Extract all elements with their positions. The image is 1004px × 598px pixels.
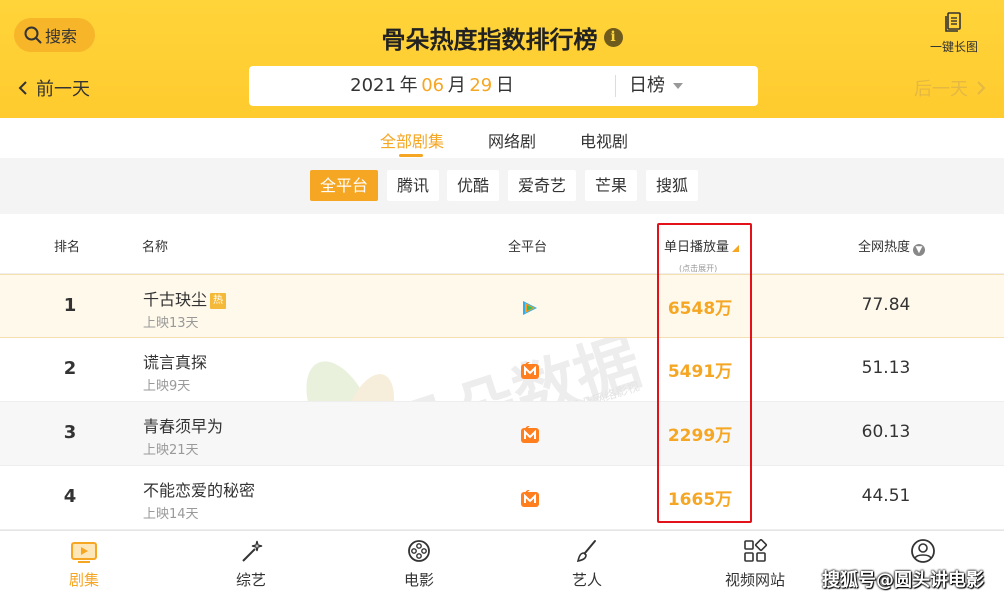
rank-number: 2 (63, 358, 77, 379)
column-heat[interactable]: 全网热度 ▼ (858, 236, 926, 256)
tencent-video-icon (523, 301, 537, 315)
daily-plays-value: 5491万 (667, 362, 733, 382)
mango-tv-icon (521, 426, 539, 443)
column-daily-plays-hint[interactable]: (点击展开) (679, 263, 717, 274)
tab-all-series[interactable]: 全部剧集 (380, 128, 444, 152)
long-image-button[interactable]: 一键长图 (924, 12, 984, 55)
page-title-text: 骨朵热度指数排行榜 (381, 26, 598, 54)
days-running: 上映14天 (143, 507, 199, 522)
show-title[interactable]: 青春须早为 (143, 413, 223, 437)
show-title[interactable]: 谎言真探 (143, 349, 207, 373)
tab-web-series[interactable]: 网络剧 (488, 128, 536, 152)
date-day-unit: 日 (495, 75, 514, 96)
daily-plays-value: 1665万 (667, 490, 733, 510)
tab-tv-series[interactable]: 电视剧 (580, 128, 628, 152)
range-type-select[interactable]: 日榜 (629, 66, 683, 106)
tv-icon (71, 542, 97, 563)
nav-profile[interactable] (888, 539, 958, 569)
heat-value: 44.51 (861, 486, 911, 506)
date-month: 06 (421, 75, 445, 96)
document-icon (945, 12, 961, 32)
nav-artists[interactable]: 艺人 (552, 539, 622, 590)
prev-day-button[interactable]: 前一天 (18, 75, 90, 101)
filter-youku[interactable]: 优酷 (447, 170, 500, 201)
heat-value: 77.84 (861, 295, 911, 315)
header-bar: 搜索 骨朵热度指数排行榜 i 一键长图 前一天 2021 年 06 月 29 日 … (0, 0, 1004, 118)
filter-sohu[interactable]: 搜狐 (646, 170, 699, 201)
chevron-down-icon (673, 83, 683, 89)
platform-filter-bar: 全平台 腾讯 优酷 爱奇艺 芒果 搜狐 (0, 158, 1004, 214)
profile-icon (911, 539, 935, 563)
nav-series-label: 剧集 (68, 571, 99, 589)
column-daily-plays[interactable]: 单日播放量 (664, 236, 740, 255)
nav-video-sites-label: 视频网站 (724, 571, 785, 589)
days-running: 上映21天 (143, 443, 199, 458)
long-image-label: 一键长图 (929, 40, 978, 54)
table-row[interactable]: 1 千古玦尘热 上映13天 6548万 77.84 (0, 274, 1004, 338)
date-divider (615, 75, 616, 97)
chevron-right-icon (977, 81, 986, 95)
nav-artists-label: 艺人 (571, 571, 602, 589)
magic-wand-icon (242, 540, 263, 562)
show-title[interactable]: 千古玦尘热 (143, 286, 227, 310)
filter-iqiyi[interactable]: 爱奇艺 (508, 170, 577, 201)
days-running: 上映9天 (143, 379, 191, 394)
nav-video-sites[interactable]: 视频网站 (720, 539, 790, 590)
column-heat-label: 全网热度 (858, 240, 911, 255)
table-row[interactable]: 3 青春须早为 上映21天 2299万 60.13 (0, 402, 1004, 466)
date-month-unit: 月 (447, 75, 466, 96)
filter-tencent[interactable]: 腾讯 (387, 170, 440, 201)
table-row[interactable]: 2 谎言真探 上映9天 5491万 51.13 (0, 338, 1004, 402)
table-header: 排名 名称 全平台 单日播放量 (点击展开) 全网热度 ▼ (0, 214, 1004, 274)
next-day-button[interactable]: 后一天 (914, 75, 986, 101)
film-reel-icon (408, 540, 430, 562)
daily-plays-value: 2299万 (667, 426, 733, 446)
nav-movies[interactable]: 电影 (384, 539, 454, 590)
prev-day-label: 前一天 (36, 79, 90, 100)
nav-variety[interactable]: 综艺 (216, 539, 286, 590)
heat-value: 51.13 (861, 358, 911, 378)
nav-variety-label: 综艺 (235, 571, 266, 589)
sort-down-icon: ▼ (913, 244, 926, 256)
page-title: 骨朵热度指数排行榜 i (0, 20, 1004, 55)
rank-number: 1 (63, 295, 77, 316)
show-title[interactable]: 不能恋爱的秘密 (143, 477, 255, 501)
show-title-text: 千古玦尘 (143, 290, 208, 309)
days-running: 上映13天 (143, 316, 199, 331)
column-platform: 全平台 (508, 240, 548, 255)
grid-icon (744, 539, 768, 562)
brush-icon (576, 540, 596, 563)
next-day-label: 后一天 (914, 79, 968, 100)
category-tabs: 全部剧集 网络剧 电视剧 (0, 118, 1004, 158)
mango-tv-icon (521, 490, 539, 507)
nav-movies-label: 电影 (403, 571, 434, 589)
column-rank: 排名 (54, 240, 81, 255)
filter-mango[interactable]: 芒果 (585, 170, 638, 201)
heat-value: 60.13 (861, 422, 911, 442)
rank-number: 3 (63, 422, 77, 443)
active-tab-indicator (399, 154, 423, 157)
date-selector[interactable]: 2021 年 06 月 29 日 日榜 (249, 66, 758, 106)
mango-tv-icon (521, 362, 539, 379)
chevron-left-icon (18, 81, 27, 95)
column-daily-plays-label: 单日播放量 (664, 240, 730, 255)
column-name: 名称 (142, 240, 169, 255)
date-year: 2021 (350, 75, 396, 96)
date-display[interactable]: 2021 年 06 月 29 日 (249, 66, 615, 106)
filter-all-platforms[interactable]: 全平台 (310, 170, 379, 201)
info-icon[interactable]: i (603, 28, 623, 47)
date-day: 29 (469, 75, 493, 96)
daily-plays-value: 6548万 (667, 299, 733, 319)
rank-number: 4 (63, 486, 77, 507)
sort-icon (732, 245, 740, 252)
range-type-label: 日榜 (629, 75, 665, 96)
table-row[interactable]: 4 不能恋爱的秘密 上映14天 1665万 44.51 (0, 466, 1004, 530)
hot-badge: 热 (210, 293, 227, 309)
date-year-unit: 年 (399, 75, 418, 96)
source-credit: 搜狐号@圆头讲电影 (822, 570, 984, 591)
nav-series[interactable]: 剧集 (49, 539, 119, 590)
